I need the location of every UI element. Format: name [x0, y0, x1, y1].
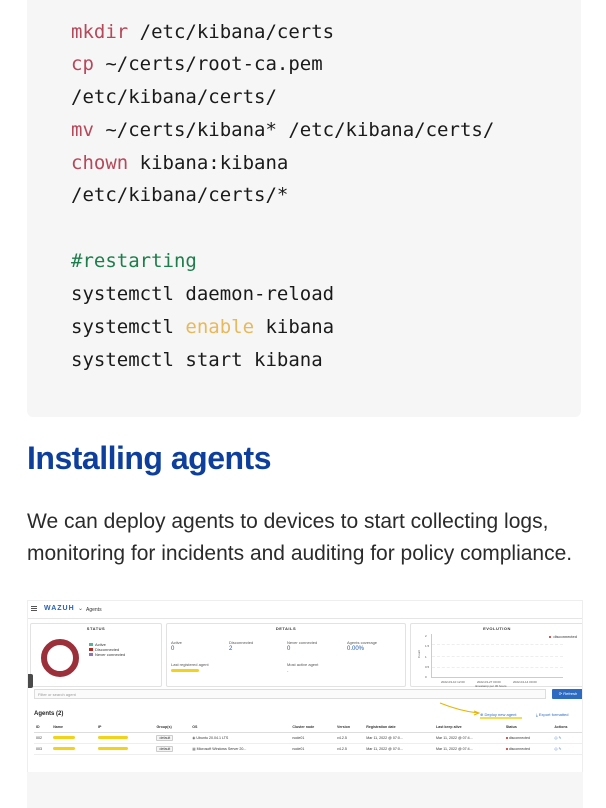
agent-version: v4.2.5: [335, 732, 365, 744]
code-line: cp ~/certs/root-ca.pem: [71, 53, 323, 75]
agent-group[interactable]: default: [154, 743, 191, 755]
agent-status: disconnected: [503, 743, 553, 755]
agent-registered: Mar 11, 2022 @ 07:0...: [364, 732, 435, 744]
agent-group[interactable]: default: [154, 732, 191, 744]
col-cluster-node[interactable]: Cluster node: [290, 723, 336, 733]
agent-ip-redacted: [95, 732, 155, 744]
agent-actions[interactable]: ◎ ✎: [552, 732, 582, 744]
code-comment: #restarting: [71, 250, 197, 272]
agent-id: 003: [34, 743, 52, 755]
agent-version: v4.2.5: [335, 743, 365, 755]
code-line: /etc/kibana/certs/*: [71, 184, 289, 206]
agent-os: ▦Microsoft Windows Server 20...: [190, 743, 291, 755]
col-last-keep-alive[interactable]: Last keep alive: [434, 723, 504, 733]
export-formatted-button[interactable]: ⤓ Export formatted: [536, 712, 568, 717]
col-id[interactable]: ID: [34, 723, 52, 733]
agent-keepalive: Mar 11, 2022 @ 07:4...: [434, 732, 504, 744]
col-name[interactable]: Name: [51, 723, 96, 733]
wrench-icon: ✎: [558, 746, 562, 751]
code-line: chown kibana:kibana: [71, 152, 289, 174]
agent-ip-redacted: [95, 743, 155, 755]
agent-node: node01: [290, 743, 336, 755]
agent-node: node01: [290, 732, 336, 744]
section-heading: Installing agents: [27, 440, 271, 476]
next-code-block: [27, 772, 583, 808]
code-block: mkdir /etc/kibana/certs cp ~/certs/root-…: [27, 0, 581, 417]
code-line: mv ~/certs/kibana* /etc/kibana/certs/: [71, 119, 495, 141]
agent-keepalive: Mar 11, 2022 @ 07:4...: [434, 743, 504, 755]
agent-status: disconnected: [503, 732, 553, 744]
col-os[interactable]: OS: [190, 723, 291, 733]
agents-table: ID Name IP Group(s) OS Cluster node Vers…: [34, 723, 582, 755]
windows-icon: ▦: [192, 746, 196, 751]
wazuh-dashboard-screenshot: WAZUH ⌄ Agents STATUS Active Disconnecte…: [27, 600, 583, 800]
col-groups[interactable]: Group(s): [154, 723, 191, 733]
linux-icon: ◉: [192, 735, 196, 740]
deploy-new-agent-button[interactable]: ⊕ Deploy new agent: [480, 712, 517, 717]
agent-name-redacted: [51, 732, 96, 744]
col-version[interactable]: Version: [335, 723, 365, 733]
agent-name-redacted: [51, 743, 96, 755]
code-line: systemctl enable kibana: [71, 316, 335, 338]
code-line: systemctl start kibana: [71, 349, 323, 371]
col-actions: Actions: [552, 723, 582, 733]
agent-os: ◉Ubuntu 20.04.1 LTS: [190, 732, 291, 744]
col-ip[interactable]: IP: [95, 723, 155, 733]
eye-icon: ◎: [554, 735, 558, 740]
col-registration-date[interactable]: Registration date: [364, 723, 435, 733]
code-line: systemctl daemon-reload: [71, 283, 335, 305]
agent-id: 002: [34, 732, 52, 744]
code-line: mkdir /etc/kibana/certs: [71, 21, 335, 43]
article-paragraph: We can deploy agents to devices to start…: [27, 510, 573, 565]
agent-registered: Mar 11, 2022 @ 07:0...: [364, 743, 435, 755]
col-status[interactable]: Status: [503, 723, 553, 733]
code-line: /etc/kibana/certs/: [71, 86, 277, 108]
table-row[interactable]: 002 default ◉Ubuntu 20.04.1 LTS node01 v…: [34, 732, 582, 744]
table-row[interactable]: 003 default ▦Microsoft Windows Server 20…: [34, 743, 582, 755]
wrench-icon: ✎: [558, 735, 562, 740]
annotation-arrow: [439, 702, 522, 719]
eye-icon: ◎: [554, 746, 558, 751]
agent-actions[interactable]: ◎ ✎: [552, 743, 582, 755]
